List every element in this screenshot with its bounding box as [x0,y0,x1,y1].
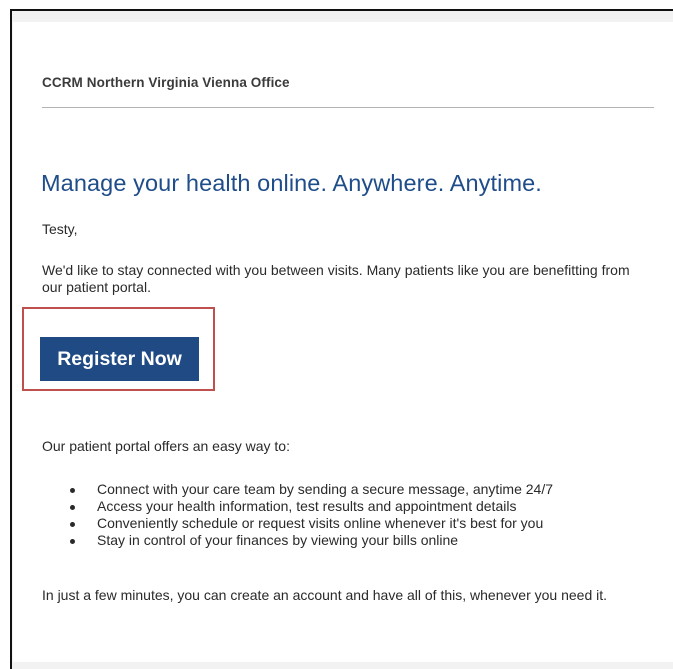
bullet-icon [70,488,75,493]
benefit-text: Connect with your care team by sending a… [97,481,554,497]
benefits-list: Connect with your care team by sending a… [42,481,553,549]
benefit-text: Stay in control of your finances by view… [97,532,459,548]
bullet-icon [70,505,75,510]
bullet-icon [70,522,75,527]
list-item: Conveniently schedule or request visits … [42,515,553,532]
benefit-text: Conveniently schedule or request visits … [97,515,544,531]
list-item: Connect with your care team by sending a… [42,481,553,498]
intro-paragraph: We'd like to stay connected with you bet… [42,262,630,295]
closing-paragraph: In just a few minutes, you can create an… [42,587,608,603]
list-item: Access your health information, test res… [42,498,553,515]
list-item: Stay in control of your finances by view… [42,532,553,549]
header-divider [42,107,654,108]
office-name: CCRM Northern Virginia Vienna Office [42,75,290,90]
email-headline: Manage your health online. Anywhere. Any… [41,170,542,196]
email-body: CCRM Northern Virginia Vienna Office Man… [13,22,673,662]
bullet-icon [70,539,75,544]
greeting: Testy, [42,221,78,237]
offers-intro: Our patient portal offers an easy way to… [42,438,290,454]
benefit-text: Access your health information, test res… [97,498,517,514]
register-now-button[interactable]: Register Now [40,337,199,381]
